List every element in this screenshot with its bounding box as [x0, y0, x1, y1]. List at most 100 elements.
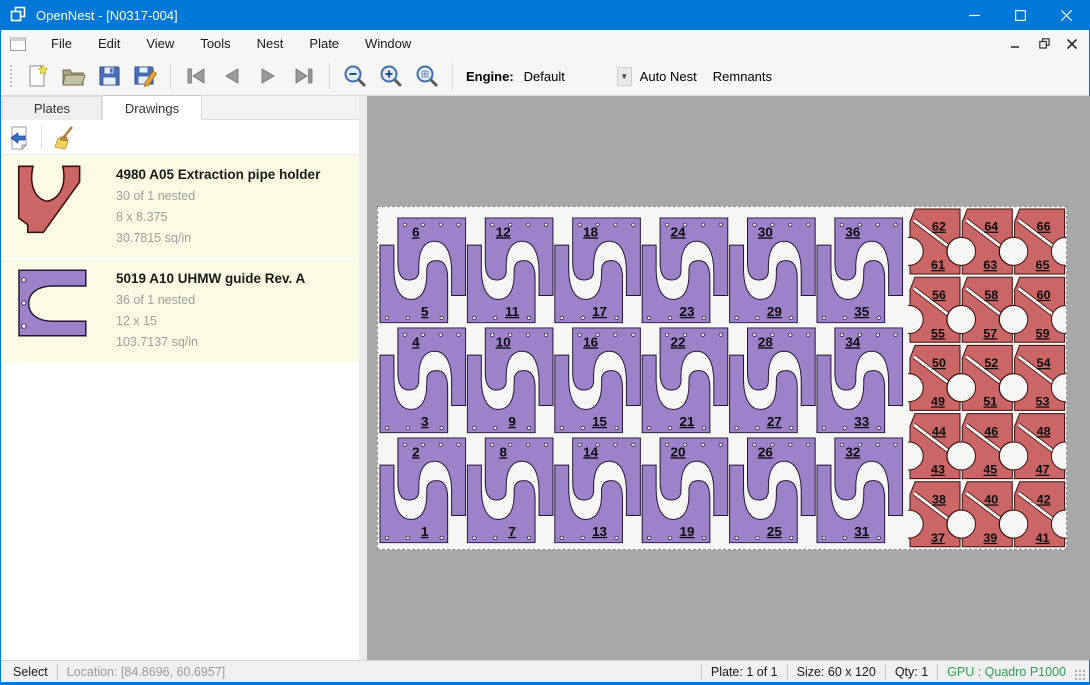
plate[interactable]: 6512111817242330293635431091615222128273… — [377, 206, 1067, 550]
panel-splitter[interactable] — [359, 96, 367, 660]
menu-edit[interactable]: Edit — [85, 31, 133, 56]
drill-hole — [385, 426, 388, 429]
remnants-button[interactable]: Remnants — [705, 63, 780, 90]
purple-pair-cell[interactable]: 3635 — [817, 218, 903, 323]
clear-drawings-button[interactable] — [47, 123, 81, 153]
new-file-button[interactable] — [19, 60, 55, 92]
drill-hole — [473, 536, 476, 539]
purple-pair-cell[interactable]: 3231 — [817, 438, 903, 543]
zoom-in-button[interactable] — [373, 60, 409, 92]
drawing-nested-count: 30 of 1 nested — [116, 186, 351, 207]
part-number: 62 — [932, 220, 946, 234]
part-number: 34 — [845, 335, 861, 350]
save-as-button[interactable] — [127, 60, 163, 92]
purple-pair-cell[interactable]: 1211 — [467, 218, 553, 323]
previous-plate-button[interactable] — [214, 60, 250, 92]
drawing-title: 5019 A10 UHMW guide Rev. A — [116, 271, 351, 286]
purple-pair-cell[interactable]: 87 — [467, 438, 553, 543]
mdi-restore-button[interactable] — [1033, 34, 1055, 54]
engine-label: Engine: — [466, 69, 514, 84]
chevron-down-icon[interactable]: ▼ — [617, 67, 632, 86]
purple-pair-cell[interactable]: 2221 — [642, 328, 728, 433]
menu-window[interactable]: Window — [352, 31, 424, 56]
menu-nest[interactable]: Nest — [244, 31, 297, 56]
purple-pair-cell[interactable]: 1615 — [555, 328, 641, 433]
part-number: 59 — [1036, 326, 1050, 340]
drill-hole — [756, 316, 759, 319]
drill-hole — [527, 536, 530, 539]
drill-hole — [822, 536, 825, 539]
drawing-size: 12 x 15 — [116, 311, 351, 332]
part-number: 38 — [932, 493, 946, 507]
menu-view[interactable]: View — [133, 31, 187, 56]
purple-pair-cell[interactable]: 109 — [467, 328, 553, 433]
drill-hole — [701, 333, 704, 336]
save-button[interactable] — [91, 60, 127, 92]
circular-pocket — [999, 374, 1027, 402]
zoom-out-button[interactable] — [337, 60, 373, 92]
next-plate-button[interactable] — [250, 60, 286, 92]
purple-pair-cell[interactable]: 1413 — [555, 438, 641, 543]
drill-hole — [668, 426, 671, 429]
zoom-fit-button[interactable] — [409, 60, 445, 92]
circular-pocket — [947, 442, 975, 470]
drill-hole — [473, 316, 476, 319]
drill-hole — [735, 316, 738, 319]
part-number: 7 — [508, 524, 515, 539]
drill-hole — [560, 426, 563, 429]
purple-pair-cell[interactable]: 2423 — [642, 218, 728, 323]
purple-pair-cell[interactable]: 3433 — [817, 328, 903, 433]
part-number: 40 — [984, 493, 998, 507]
purple-pair-cell[interactable]: 65 — [380, 218, 466, 323]
drill-hole — [439, 223, 442, 226]
drawing-item-extraction-pipe-holder[interactable]: 4980 A05 Extraction pipe holder 30 of 1 … — [2, 156, 359, 258]
mdi-close-button[interactable] — [1061, 34, 1083, 54]
purple-pair-cell[interactable]: 2019 — [642, 438, 728, 543]
drill-hole — [647, 316, 650, 319]
first-plate-button[interactable] — [178, 60, 214, 92]
purple-pair-cell[interactable]: 2827 — [730, 328, 816, 433]
minimize-button[interactable] — [951, 0, 997, 30]
part-number: 65 — [1036, 258, 1050, 272]
drawing-item-uhmw-guide[interactable]: 5019 A10 UHMW guide Rev. A 36 of 1 neste… — [2, 260, 359, 362]
part-number: 39 — [983, 531, 997, 545]
engine-select[interactable]: Default ▼ — [520, 65, 632, 87]
resize-grip[interactable] — [1074, 669, 1086, 681]
purple-pair-cell[interactable]: 2625 — [730, 438, 816, 543]
panel-tabs: Plates Drawings — [2, 96, 359, 120]
drill-hole — [822, 316, 825, 319]
drill-hole — [756, 426, 759, 429]
close-button[interactable] — [1043, 0, 1089, 30]
part-number: 64 — [984, 220, 998, 234]
maximize-button[interactable] — [997, 0, 1043, 30]
tab-drawings[interactable]: Drawings — [102, 95, 202, 120]
menu-file[interactable]: File — [38, 31, 85, 56]
drill-hole — [668, 536, 671, 539]
purple-pair-cell[interactable]: 3029 — [730, 218, 816, 323]
drill-hole — [840, 223, 843, 226]
drill-hole — [491, 443, 494, 446]
purple-pair-cell[interactable]: 43 — [380, 328, 466, 433]
purple-pair-cell[interactable]: 1817 — [555, 218, 641, 323]
part-number: 16 — [583, 335, 598, 350]
part-number: 5 — [421, 304, 428, 319]
last-plate-button[interactable] — [286, 60, 322, 92]
left-panel: Plates Drawings — [2, 96, 359, 660]
tab-plates[interactable]: Plates — [2, 96, 102, 120]
drawings-toolbar — [2, 121, 359, 155]
open-button[interactable] — [55, 60, 91, 92]
import-icon — [6, 125, 32, 151]
auto-nest-button[interactable]: Auto Nest — [632, 63, 705, 90]
mdi-minimize-button[interactable] — [1005, 34, 1027, 54]
drill-hole — [508, 443, 511, 446]
import-drawing-button[interactable] — [2, 123, 36, 153]
nest-canvas[interactable]: 6512111817242330293635431091615222128273… — [367, 96, 1090, 660]
purple-pair-cell[interactable]: 21 — [380, 438, 466, 543]
drill-hole — [421, 443, 424, 446]
drawing-list: 4980 A05 Extraction pipe holder 30 of 1 … — [2, 156, 359, 364]
toolbar-grip[interactable] — [9, 64, 13, 88]
drill-hole — [719, 333, 722, 336]
menu-plate[interactable]: Plate — [296, 31, 352, 56]
nest-plate-svg[interactable]: 6512111817242330293635431091615222128273… — [378, 207, 1066, 549]
menu-tools[interactable]: Tools — [187, 31, 243, 56]
